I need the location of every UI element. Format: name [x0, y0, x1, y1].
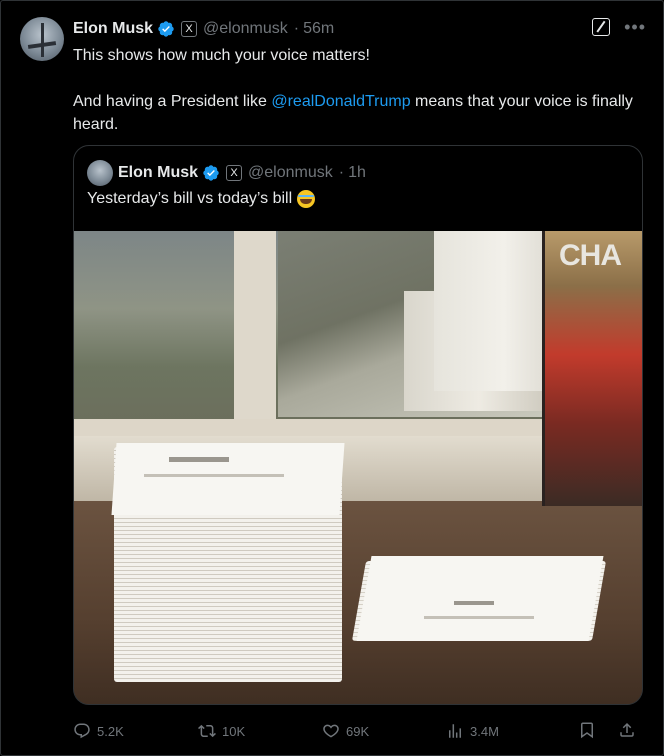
separator-dot: · — [338, 164, 345, 181]
tweet-text-line1: This shows how much your voice matters! — [73, 47, 370, 64]
author-name[interactable]: Elon Musk — [73, 20, 153, 38]
tweet-header: Elon Musk X @elonmusk · 56m — [73, 18, 334, 40]
poster-text: CHA — [559, 239, 622, 272]
small-bill-heading — [454, 601, 494, 605]
more-options-icon[interactable]: ••• — [624, 18, 646, 36]
post-time[interactable]: 56m — [303, 20, 334, 38]
quoted-post-time: 1h — [348, 164, 366, 181]
views-button[interactable]: 3.4M — [446, 722, 556, 740]
photo-poster: CHA — [542, 231, 642, 506]
tweet-text-paragraph2: And having a President like @realDonaldT… — [73, 90, 633, 136]
bar-chart-icon — [449, 724, 461, 738]
x-affiliation-icon: X — [181, 21, 198, 37]
quoted-post-text-row: Yesterday’s bill vs today’s bill — [87, 190, 316, 208]
heart-icon — [323, 724, 339, 738]
like-button[interactable]: 69K — [322, 722, 432, 740]
small-bill-top-sheet — [356, 556, 604, 641]
face-with-tears-of-joy-icon — [297, 190, 316, 208]
view-count: 3.4M — [470, 723, 499, 739]
repost-button[interactable]: 10K — [198, 722, 318, 740]
bookmark-button[interactable] — [578, 721, 596, 742]
repost-icon — [198, 724, 216, 738]
grok-icon[interactable] — [592, 18, 611, 36]
tweet-text: This shows how much your voice matters! … — [73, 44, 633, 136]
quoted-post-text: Yesterday’s bill vs today’s bill — [87, 190, 293, 207]
verified-badge-icon — [158, 21, 174, 37]
share-icon — [620, 722, 634, 737]
separator-dot: · — [293, 20, 300, 37]
large-bill-top-sheet — [111, 443, 345, 515]
verified-badge-icon — [203, 165, 219, 181]
large-bill-text-line — [144, 474, 284, 477]
quoted-author-avatar — [87, 160, 113, 186]
tweet-text-before-mention: And having a President like — [73, 93, 272, 110]
reply-icon — [74, 723, 90, 739]
mention-link[interactable]: @realDonaldTrump — [271, 93, 410, 110]
quoted-author-handle: @elonmusk — [248, 164, 333, 181]
x-affiliation-icon: X — [226, 165, 243, 181]
quoted-post[interactable]: Elon Musk X @elonmusk · 1h Yesterday’s b… — [73, 145, 643, 705]
reply-button[interactable]: 5.2K — [73, 722, 168, 740]
quoted-author-name: Elon Musk — [118, 164, 199, 181]
author-handle[interactable]: @elonmusk — [203, 20, 288, 38]
quoted-post-header: Elon Musk X @elonmusk · 1h — [118, 162, 366, 184]
author-avatar[interactable] — [20, 17, 64, 61]
reply-count: 5.2K — [97, 723, 124, 739]
tweet-actions: 5.2K 10K 69K 3.4M — [73, 720, 643, 742]
large-bill-heading — [169, 457, 229, 462]
repost-count: 10K — [222, 723, 246, 739]
bookmark-icon — [581, 722, 593, 738]
small-bill-text-line — [424, 616, 534, 619]
secondary-actions — [578, 721, 636, 742]
top-actions: ••• — [592, 18, 646, 36]
photo-window-mullion — [234, 231, 276, 431]
like-count: 69K — [346, 723, 370, 739]
quoted-post-photo[interactable]: CHA — [74, 231, 642, 704]
share-button[interactable] — [618, 721, 636, 742]
